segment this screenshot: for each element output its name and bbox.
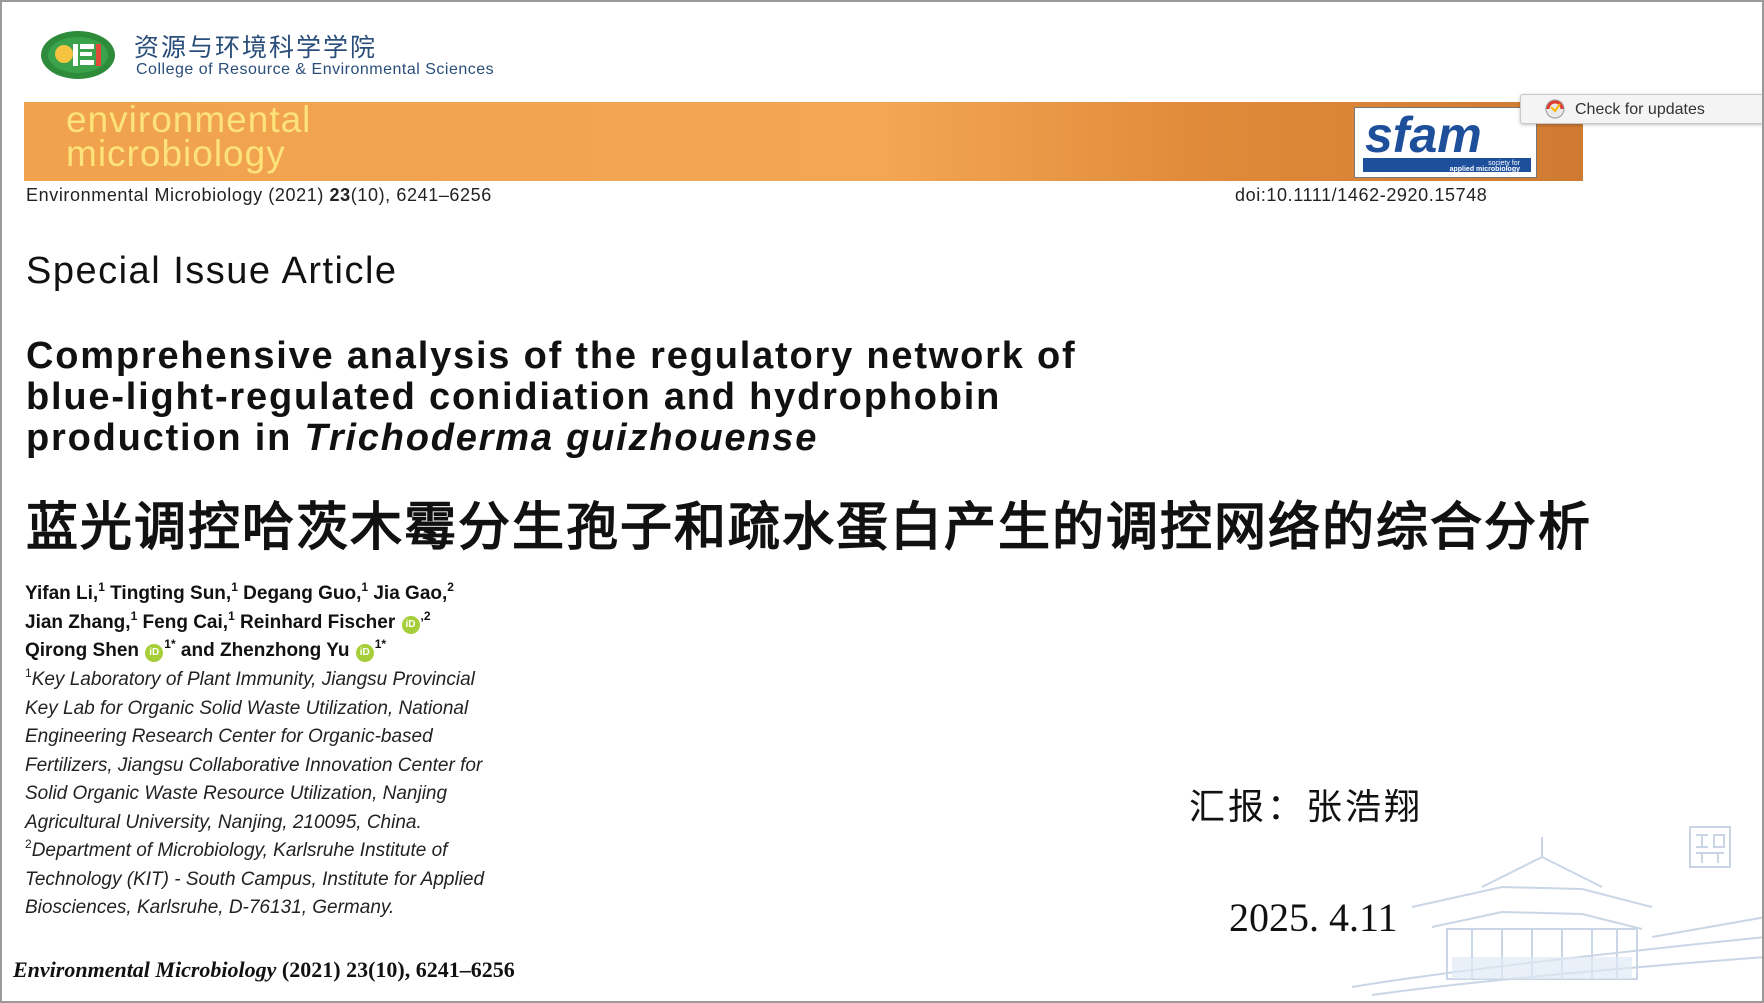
college-name-cn: 资源与环境科学学院 [134, 33, 378, 62]
bottom-citation-journal: Environmental Microbiology [13, 957, 277, 982]
journal-citation: Environmental Microbiology (2021) 23(10)… [26, 185, 492, 206]
author-aff: 2 [447, 580, 454, 594]
check-for-updates-button[interactable]: Check for updates [1520, 94, 1762, 124]
author-aff: 1* [164, 637, 176, 651]
affiliation-line: Technology (KIT) - South Campus, Institu… [25, 868, 485, 890]
affiliation-text: Key Laboratory of Plant Immunity, Jiangs… [31, 669, 475, 690]
author-aff: 1* [374, 637, 387, 651]
banner-line2: microbiology [66, 133, 286, 174]
author-aff: 1 [130, 608, 138, 623]
sfam-logo-icon: sfam society for applied microbiology [1357, 107, 1536, 177]
bottom-citation-rest: (2021) 23(10), 6241–6256 [276, 957, 515, 982]
title-line-1: Comprehensive analysis of the regulatory… [26, 335, 1077, 377]
author-name: Jian Zhang, [25, 611, 131, 633]
author-name: Reinhard Fischer [240, 611, 396, 633]
author-aff: 1 [228, 608, 235, 623]
affiliation-line: 2Department of Microbiology, Karlsruhe I… [25, 837, 585, 866]
bottom-citation: Environmental Microbiology (2021) 23(10)… [13, 957, 515, 983]
author-name: Qirong Shen [25, 640, 139, 661]
svg-text:applied microbiology: applied microbiology [1450, 166, 1521, 173]
svg-text:sfam: sfam [1365, 108, 1482, 163]
check-updates-label: Check for updates [1575, 101, 1705, 118]
affiliation-text: Department of Microbiology, Karlsruhe In… [31, 840, 448, 861]
citation-volume: 23 [329, 185, 351, 205]
affiliation-line: 1Key Laboratory of Plant Immunity, Jiang… [25, 666, 585, 695]
banner-line1: environmental [66, 99, 312, 140]
author-aff: 1 [231, 580, 238, 594]
college-name-en: College of Resource & Environmental Scie… [136, 61, 495, 78]
author-list: Yifan Li,1 Tingting Sun,1 Degang Guo,1 J… [25, 580, 454, 666]
affiliation-sup: 1 [25, 666, 32, 680]
doi[interactable]: doi:10.1111/1462-2920.15748 [1235, 185, 1487, 206]
orcid-icon[interactable]: iD [355, 644, 374, 662]
title-species: Trichoderma guizhouense [304, 417, 819, 459]
affiliation-line: Fertilizers, Jiangsu Collaborative Innov… [25, 754, 483, 776]
title-line-2: blue-light-regulated conidiation and hyd… [26, 376, 1002, 418]
author-aff: ,2 [420, 608, 431, 623]
affiliation-line: Engineering Research Center for Organic-… [25, 726, 433, 747]
journal-banner-title: environmental microbiology [66, 99, 312, 174]
author-row-2: Jian Zhang,1 Feng Cai,1 Reinhard Fischer… [25, 609, 454, 638]
seal-stamp-icon [1689, 826, 1731, 868]
orcid-icon[interactable]: iD [401, 615, 420, 634]
affiliation-line: Solid Organic Waste Resource Utilization… [25, 783, 448, 804]
author-name: Degang Guo, [243, 583, 362, 604]
author-name: Yifan Li, [25, 583, 99, 604]
title-line-3: production in Trichoderma guizhouense [26, 418, 1586, 459]
affiliations: 1Key Laboratory of Plant Immunity, Jiang… [25, 666, 585, 923]
affiliation-line: Biosciences, Karlsruhe, D-76131, Germany… [25, 897, 395, 918]
author-row-1: Yifan Li,1 Tingting Sun,1 Degang Guo,1 J… [25, 580, 454, 609]
citation-suffix: (10), 6241–6256 [350, 185, 492, 205]
author-name: and Zhenzhong Yu [180, 640, 350, 661]
check-updates-icon [1545, 99, 1565, 119]
article-type: Special Issue Article [26, 250, 398, 292]
affiliation-line: Agricultural University, Nanjing, 210095… [25, 811, 422, 833]
reporter-label: 汇报：张浩翔 [1189, 787, 1424, 828]
title-line-3-prefix: production in [26, 417, 305, 459]
article-title-cn: 蓝光调控哈茨木霉分生孢子和疏水蛋白产生的调控网络的综合分析 [26, 497, 1593, 558]
article-title-en: Comprehensive analysis of the regulatory… [26, 336, 1586, 459]
college-logo-icon [41, 31, 115, 79]
author-aff: 1 [98, 580, 105, 594]
affiliation-sup: 2 [25, 837, 32, 851]
sfam-logo: sfam society for applied microbiology [1354, 107, 1537, 178]
author-name: Feng Cai, [142, 611, 229, 633]
author-name: Jia Gao, [373, 583, 448, 604]
slide: 资源与环境科学学院 College of Resource & Environm… [0, 0, 1764, 1003]
author-row-3: Qirong Shen iD1* and Zhenzhong Yu iD1* [25, 637, 454, 666]
citation-prefix: Environmental Microbiology (2021) [26, 185, 330, 205]
presentation-date: 2025. 4.11 [1229, 895, 1398, 940]
affiliation-line: Key Lab for Organic Solid Waste Utilizat… [25, 697, 469, 719]
author-name: Tingting Sun, [110, 583, 232, 604]
author-aff: 1 [361, 580, 369, 594]
journal-banner: environmental microbiology [24, 99, 1583, 181]
orcid-icon[interactable]: iD [145, 644, 164, 662]
